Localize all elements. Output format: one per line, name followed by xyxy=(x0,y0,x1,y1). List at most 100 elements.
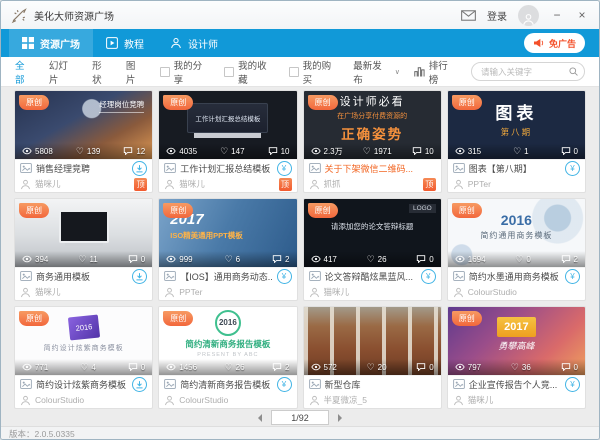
checkbox-icon[interactable] xyxy=(160,67,170,77)
my-favorites-checkbox[interactable]: 我的收藏 xyxy=(224,58,276,86)
template-thumbnail[interactable]: 原创 2016 简约清新商务报告模板 PRESENT BY ABC 1456 ♡… xyxy=(159,307,296,375)
minimize-button[interactable]: − xyxy=(550,8,564,22)
download-icon[interactable] xyxy=(132,269,147,284)
card-title[interactable]: 销售经理竞聘 xyxy=(36,162,128,175)
filter-bar: 全部 幻灯片 形状 图片 我的分享 我的收藏 我的购买 最新发布 ∨ 排行榜 xyxy=(1,57,599,87)
template-card[interactable]: 原创 2016 简约设计炫紫商务模板 771 ♡4 0 简约设计炫紫商务模板 xyxy=(14,306,153,409)
card-author[interactable]: ColourStudio xyxy=(468,287,580,297)
tab-tutorials[interactable]: 教程 xyxy=(93,29,157,57)
paid-icon[interactable]: ¥ xyxy=(277,377,292,392)
ranking-button[interactable]: 排行榜 xyxy=(414,58,457,86)
tab-resource-plaza[interactable]: 资源广场 xyxy=(9,29,93,57)
template-thumbnail[interactable]: 原创 LOGO 请添加您的论文答辩标题 417 ♡26 0 xyxy=(304,199,441,267)
template-thumbnail[interactable]: 原创 2017 勇攀高峰 797 ♡36 0 xyxy=(448,307,585,375)
paid-icon[interactable]: ¥ xyxy=(565,269,580,284)
checkbox-icon[interactable] xyxy=(289,67,299,77)
checkbox-icon[interactable] xyxy=(224,67,234,77)
card-title[interactable]: 企业宣传报告个人竞... xyxy=(469,378,561,391)
original-badge: 原创 xyxy=(19,95,49,110)
search-input[interactable] xyxy=(471,62,585,81)
card-title[interactable]: 图表【第八期】 xyxy=(469,162,561,175)
author-icon xyxy=(20,395,31,406)
paid-icon[interactable]: ¥ xyxy=(277,269,292,284)
ranking-label: 排行榜 xyxy=(429,58,457,86)
heart-icon: ♡ xyxy=(363,147,371,155)
login-button[interactable]: 登录 xyxy=(487,8,507,23)
prev-page-button[interactable] xyxy=(258,414,262,422)
download-icon[interactable] xyxy=(132,161,147,176)
paid-icon[interactable]: ¥ xyxy=(421,269,436,284)
template-thumbnail[interactable]: 原创 图表 第八期 315 ♡1 0 xyxy=(448,91,585,159)
template-thumbnail[interactable]: 572 ♡20 0 xyxy=(304,307,441,375)
paid-icon[interactable]: ¥ xyxy=(277,161,292,176)
comment-icon xyxy=(416,363,426,371)
card-author[interactable]: PPTer xyxy=(468,179,580,189)
ad-free-button[interactable]: 免广告 xyxy=(524,33,585,53)
card-title[interactable]: 关于下架微信二维码... xyxy=(325,162,436,175)
category-shapes[interactable]: 形状 xyxy=(92,58,111,86)
template-card[interactable]: 原创 2016 简约通用商务模板 1694 ♡0 2 简约水墨通用商务模板 ¥ xyxy=(447,198,586,301)
card-title[interactable]: 简约设计炫紫商务模板 xyxy=(36,378,128,391)
version-label: 版本：2.0.5.0335 xyxy=(9,428,75,440)
card-author[interactable]: ColourStudio xyxy=(179,395,291,405)
category-all[interactable]: 全部 xyxy=(15,58,34,86)
template-thumbnail[interactable]: 原创 经理岗位竞聘 5808 ♡139 12 xyxy=(15,91,152,159)
template-card[interactable]: 原创 设计师必看 在广场分享付费资源的 正确姿势 2.3万 ♡1971 10 关… xyxy=(303,90,442,193)
avatar[interactable] xyxy=(518,5,539,26)
card-author[interactable]: 半夏微凉_5 xyxy=(324,394,436,406)
category-images[interactable]: 图片 xyxy=(126,58,145,86)
template-card[interactable]: 原创 394 ♡11 0 商务通用模板 猫咪儿 xyxy=(14,198,153,301)
card-title[interactable]: 【IOS】通用商务动态... xyxy=(180,270,272,283)
thumb-text: 图表 xyxy=(495,99,537,124)
comment-icon xyxy=(561,363,571,371)
tab-designers[interactable]: 设计师 xyxy=(157,29,231,57)
sort-dropdown[interactable]: 最新发布 ∨ xyxy=(353,58,400,86)
download-icon[interactable] xyxy=(132,377,147,392)
template-card[interactable]: 原创 工作计划汇报总结模板 4035 ♡147 10 工作计划汇报总结模板 ¥ xyxy=(158,90,297,193)
card-author[interactable]: 抓抓 xyxy=(324,178,419,190)
card-title[interactable]: 工作计划汇报总结模板 xyxy=(180,162,272,175)
card-author[interactable]: PPTer xyxy=(179,287,291,297)
views-stat: 315 xyxy=(455,147,481,156)
card-author[interactable]: 猫咪儿 xyxy=(324,286,436,298)
template-thumbnail[interactable]: 原创 2016 简约设计炫紫商务模板 771 ♡4 0 xyxy=(15,307,152,375)
template-thumbnail[interactable]: 原创 工作计划汇报总结模板 4035 ♡147 10 xyxy=(159,91,296,159)
card-title[interactable]: 简约水墨通用商务模板 xyxy=(469,270,561,283)
card-author[interactable]: 猫咪儿 xyxy=(468,394,580,406)
paid-icon[interactable]: ¥ xyxy=(565,377,580,392)
views-stat: 2.3万 xyxy=(311,146,343,157)
mail-icon[interactable] xyxy=(461,10,476,21)
card-title[interactable]: 论文答辩酷炫黑蓝风... xyxy=(325,270,417,283)
template-card[interactable]: 原创 经理岗位竞聘 5808 ♡139 12 销售经理竞聘 xyxy=(14,90,153,193)
tab-label: 资源广场 xyxy=(40,36,80,51)
page-indicator[interactable]: 1/92 xyxy=(271,410,329,425)
card-title[interactable]: 新型仓库 xyxy=(325,378,436,391)
comments-stat: 0 xyxy=(561,147,578,156)
paid-icon[interactable]: ¥ xyxy=(565,161,580,176)
card-author[interactable]: 猫咪儿 xyxy=(35,178,130,190)
comments-stat: 0 xyxy=(128,255,145,264)
template-card[interactable]: 原创 LOGO 请添加您的论文答辩标题 417 ♡26 0 论文答辩酷炫黑蓝风.… xyxy=(303,198,442,301)
card-author[interactable]: ColourStudio xyxy=(35,395,147,405)
views-stat: 797 xyxy=(455,363,481,372)
template-card[interactable]: 原创 2016 简约清新商务报告模板 PRESENT BY ABC 1456 ♡… xyxy=(158,306,297,409)
category-slides[interactable]: 幻灯片 xyxy=(49,58,77,86)
card-title[interactable]: 简约清新商务报告模板 xyxy=(180,378,272,391)
search-icon[interactable] xyxy=(569,67,578,76)
next-page-button[interactable] xyxy=(338,414,342,422)
template-thumbnail[interactable]: 原创 2017 ISO精美通用PPT模板 999 ♡6 2 xyxy=(159,199,296,267)
template-thumbnail[interactable]: 原创 394 ♡11 0 xyxy=(15,199,152,267)
my-shares-checkbox[interactable]: 我的分享 xyxy=(160,58,212,86)
template-thumbnail[interactable]: 原创 设计师必看 在广场分享付费资源的 正确姿势 2.3万 ♡1971 10 xyxy=(304,91,441,159)
card-author[interactable]: 猫咪儿 xyxy=(35,286,147,298)
card-author[interactable]: 猫咪儿 xyxy=(179,178,274,190)
template-card[interactable]: 原创 2017 勇攀高峰 797 ♡36 0 企业宣传报告个人竞... ¥ xyxy=(447,306,586,409)
close-button[interactable]: × xyxy=(575,8,589,22)
template-card[interactable]: 原创 图表 第八期 315 ♡1 0 图表【第八期】 ¥ xyxy=(447,90,586,193)
template-card[interactable]: 572 ♡20 0 新型仓库 半夏微凉_5 xyxy=(303,306,442,409)
my-purchases-checkbox[interactable]: 我的购买 xyxy=(289,58,341,86)
template-card[interactable]: 原创 2017 ISO精美通用PPT模板 999 ♡6 2 【IOS】通用商务动… xyxy=(158,198,297,301)
card-title[interactable]: 商务通用模板 xyxy=(36,270,128,283)
views-stat: 572 xyxy=(311,363,337,372)
template-thumbnail[interactable]: 原创 2016 简约通用商务模板 1694 ♡0 2 xyxy=(448,199,585,267)
